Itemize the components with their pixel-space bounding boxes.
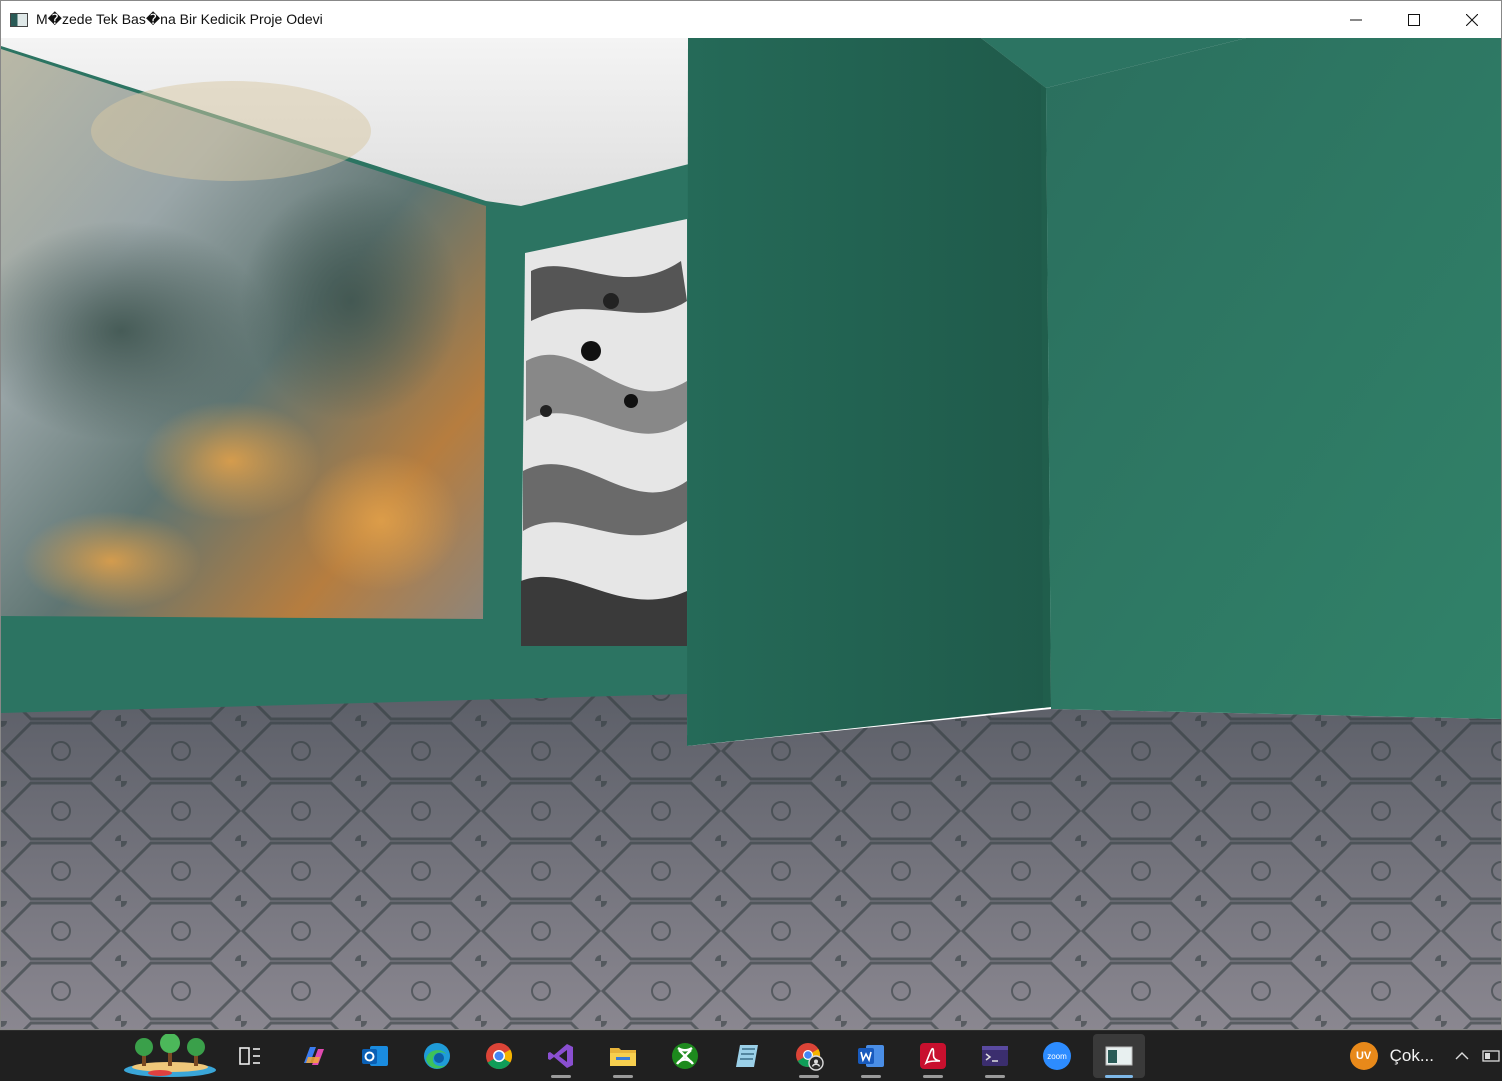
xbox-icon xyxy=(672,1043,698,1069)
maximize-icon xyxy=(1408,13,1420,26)
window-title: M�zede Tek Bas�na Bir Kedicik Proje Odev… xyxy=(36,11,323,27)
pillar-wall xyxy=(687,38,1051,746)
task-view-button[interactable] xyxy=(224,1034,276,1078)
chrome-profile-icon xyxy=(796,1043,824,1071)
3d-viewport[interactable] xyxy=(1,38,1501,1029)
notepad-icon xyxy=(736,1045,758,1067)
chrome-profile-button[interactable] xyxy=(783,1034,835,1078)
chrome-icon xyxy=(486,1043,513,1070)
running-indicator xyxy=(799,1075,819,1078)
acrobat-icon xyxy=(920,1043,946,1069)
running-indicator xyxy=(613,1075,633,1078)
zoom-icon-label: zoom xyxy=(1047,1051,1067,1061)
edge-icon xyxy=(424,1043,450,1069)
terminal-button[interactable] xyxy=(969,1034,1021,1078)
chevron-up-icon xyxy=(1455,1052,1469,1060)
visual-studio-icon xyxy=(548,1044,573,1068)
taskbar: zoom UV Çok... xyxy=(0,1030,1502,1080)
minimize-icon xyxy=(1350,19,1362,20)
xbox-button[interactable] xyxy=(659,1034,711,1078)
system-tray: UV Çok... xyxy=(1349,1031,1502,1081)
museum-app-button[interactable] xyxy=(1093,1034,1145,1078)
copilot-button[interactable] xyxy=(287,1034,339,1078)
user-avatar[interactable]: UV xyxy=(1349,1042,1378,1070)
word-icon xyxy=(858,1045,884,1067)
chrome-button[interactable] xyxy=(473,1034,525,1078)
display-icon xyxy=(1482,1050,1500,1062)
tray-device-icon[interactable] xyxy=(1482,1046,1502,1066)
widgets-icon xyxy=(124,1034,216,1077)
running-indicator xyxy=(861,1075,881,1078)
close-button[interactable] xyxy=(1443,1,1501,38)
title-bar[interactable]: M�zede Tek Bas�na Bir Kedicik Proje Odev… xyxy=(1,1,1501,38)
show-hidden-icons-button[interactable] xyxy=(1452,1051,1472,1061)
edge-button[interactable] xyxy=(411,1034,463,1078)
running-indicator xyxy=(923,1075,943,1078)
zoom-button[interactable]: zoom xyxy=(1031,1034,1083,1078)
running-indicator xyxy=(1105,1075,1133,1078)
outlook-button[interactable] xyxy=(349,1034,401,1078)
museum-app-icon xyxy=(1105,1046,1133,1066)
marble-painting xyxy=(521,219,687,646)
word-button[interactable] xyxy=(845,1034,897,1078)
outlook-icon xyxy=(362,1046,388,1066)
maximize-button[interactable] xyxy=(1385,1,1443,38)
close-icon xyxy=(1466,13,1478,26)
notepad-button[interactable] xyxy=(721,1034,773,1078)
task-view-icon xyxy=(239,1047,260,1065)
file-explorer-button[interactable] xyxy=(597,1034,649,1078)
running-indicator xyxy=(551,1075,571,1078)
acrobat-button[interactable] xyxy=(907,1034,959,1078)
running-indicator xyxy=(985,1075,1005,1078)
visual-studio-button[interactable] xyxy=(535,1034,587,1078)
right-wall xyxy=(1046,38,1501,719)
zoom-icon: zoom xyxy=(1043,1042,1071,1070)
app-window-icon xyxy=(10,12,28,27)
file-explorer-icon xyxy=(610,1048,636,1066)
tray-weather-label[interactable]: Çok... xyxy=(1390,1046,1434,1066)
minimize-button[interactable] xyxy=(1327,1,1385,38)
copilot-icon xyxy=(304,1047,324,1065)
app-window: M�zede Tek Bas�na Bir Kedicik Proje Odev… xyxy=(0,0,1502,1030)
widgets-button[interactable] xyxy=(118,1034,222,1078)
terminal-icon xyxy=(982,1046,1008,1066)
